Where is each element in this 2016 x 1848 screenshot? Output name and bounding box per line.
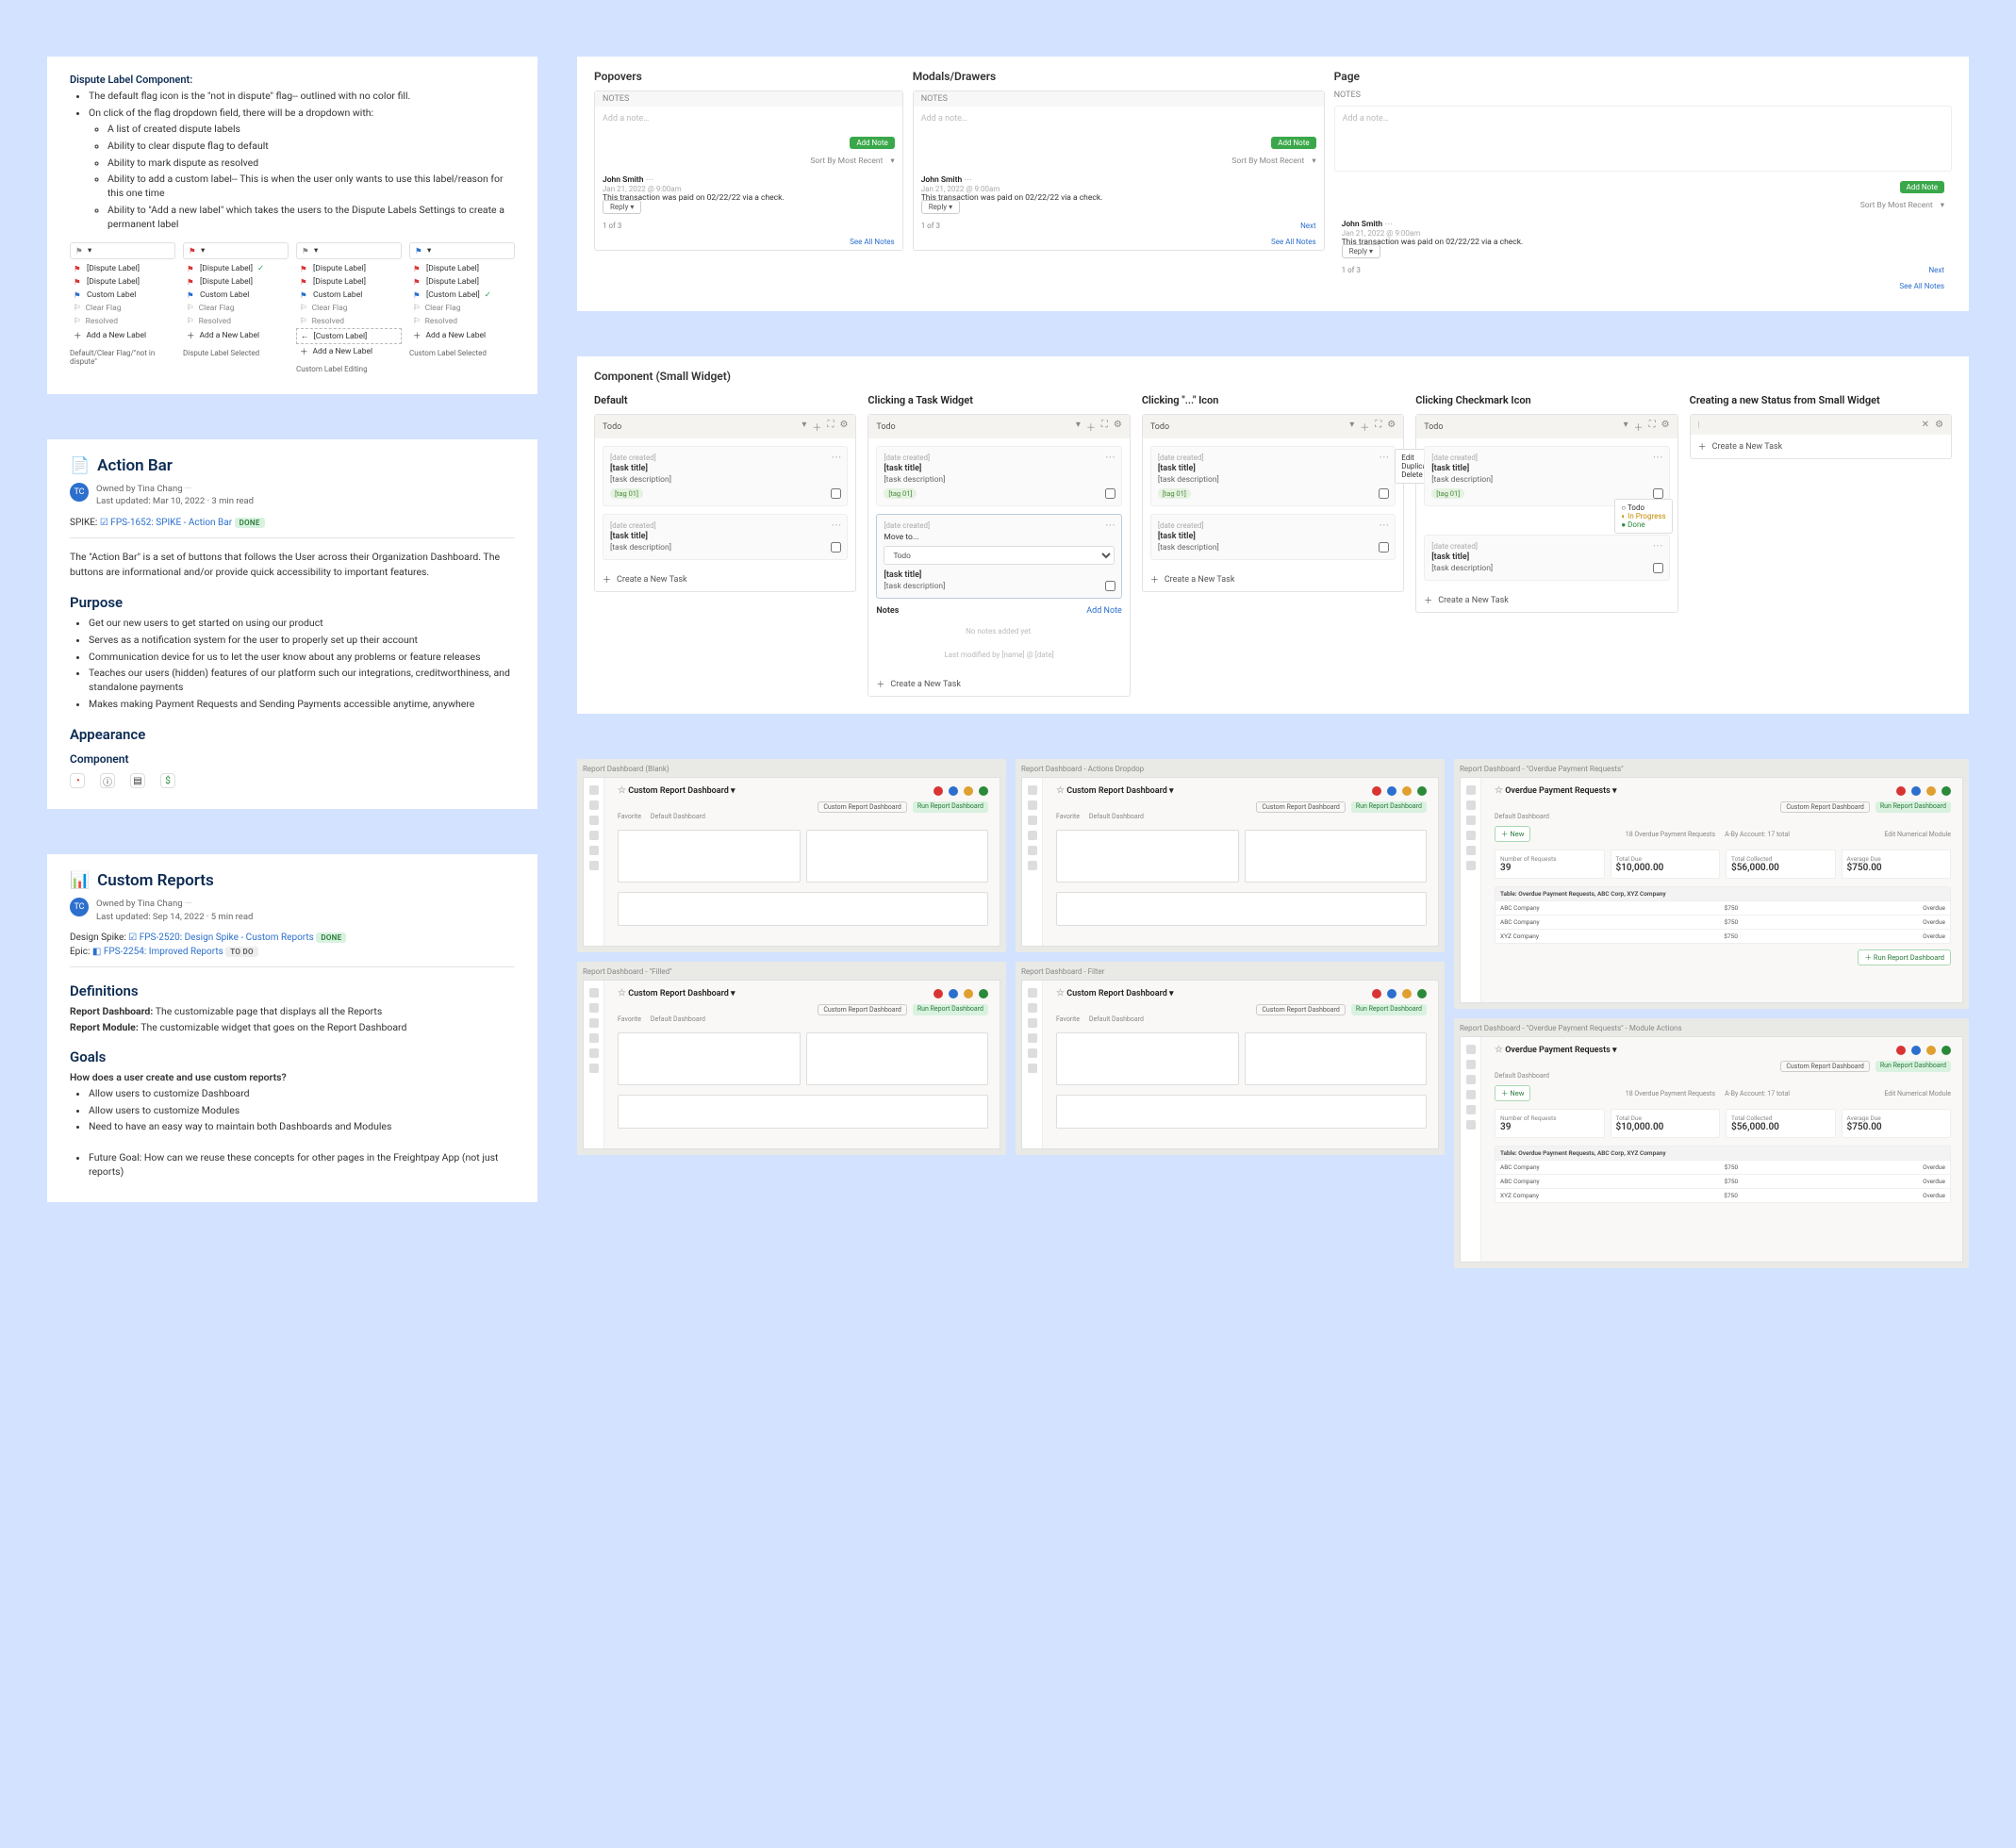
doc-title: 📊 Custom Reports xyxy=(70,871,515,890)
expand-icon[interactable]: ⛶ xyxy=(827,420,834,434)
doc-icon[interactable]: ▤ xyxy=(130,773,145,788)
dollar-icon[interactable]: $ xyxy=(160,773,175,788)
bullet: On click of the flag dropdown field, the… xyxy=(89,107,515,232)
notes-panel: Popovers NOTES Add a note… Add Note Sort… xyxy=(577,57,1969,311)
reply-button[interactable]: Reply ▾ xyxy=(603,200,641,214)
status-menu: ○ Todo ◐ In Progress ● Done xyxy=(1614,499,1672,534)
flag-dropdown[interactable]: ⚑ ▾ xyxy=(70,242,175,259)
notes-input[interactable]: Add a note… xyxy=(1334,106,1952,172)
add-note-button[interactable]: Add Note xyxy=(1271,137,1315,149)
add-note-button[interactable]: Add Note xyxy=(1900,181,1944,193)
move-to-select[interactable]: Todo xyxy=(884,546,1114,565)
flag-icon: ⚑ xyxy=(415,247,423,256)
more-icon[interactable]: ⋯ xyxy=(831,519,841,531)
see-all-link[interactable]: See All Notes xyxy=(850,238,895,246)
create-task-link[interactable]: ＋ Create a New Task xyxy=(1143,568,1403,591)
chart-icon: 📊 xyxy=(70,871,90,890)
dispute-title: Dispute Label Component: xyxy=(70,74,515,86)
notes-input[interactable]: Add a note… xyxy=(595,107,902,133)
chevron-down-icon[interactable]: ▾ xyxy=(801,420,806,434)
status-inprogress[interactable]: ◐ In Progress xyxy=(1621,512,1665,520)
new-button[interactable]: ＋ New xyxy=(1495,826,1530,842)
gear-icon[interactable]: ⚙ xyxy=(1935,420,1943,430)
doc-icon: 📄 xyxy=(70,456,90,475)
see-all-link[interactable]: See All Notes xyxy=(1899,282,1944,290)
report-screenshot: ☆ Custom Report Dashboard ▾ Custom Repor… xyxy=(583,980,1000,1149)
spike-link[interactable]: ☑ FPS-1652: SPIKE - Action Bar xyxy=(100,518,232,528)
flag-dropdown[interactable]: ⚑ ▾ xyxy=(296,242,402,259)
notes-modal: NOTES Add a note… Add Note Sort By Most … xyxy=(913,91,1325,251)
more-icon[interactable]: ⋯ xyxy=(831,451,841,463)
reply-button[interactable]: Reply ▾ xyxy=(921,200,960,214)
notes-popover: NOTES Add a note… Add Note Sort By Most … xyxy=(594,91,903,251)
dispute-panel: Dispute Label Component: The default fla… xyxy=(47,57,537,394)
task-widget: Todo▾＋⛶⚙ ⋯ Edit Duplicate Delete [date c… xyxy=(1142,414,1404,592)
notes-page: NOTES Add a note… Add Note Sort By Most … xyxy=(1334,91,1952,294)
epic-link[interactable]: ◧ FPS-2254: Improved Reports xyxy=(92,947,223,957)
notes-input[interactable]: Add a note… xyxy=(914,107,1324,133)
close-icon[interactable]: ✕ xyxy=(1922,420,1929,430)
action-bar-icons: ◔ ⓘ ▤ $ xyxy=(70,773,515,788)
actionbar-panel: 📄 Action Bar TC Owned by Tina Chang ··· … xyxy=(47,439,537,809)
info-icon[interactable]: ⓘ xyxy=(100,773,115,788)
report-screenshot: ☆ Custom Report Dashboard ▾ Custom Repor… xyxy=(583,777,1000,947)
task-widget: Todo▾＋⛶⚙ ⋯ [date created] [task title] [… xyxy=(868,414,1130,697)
design-spike-link[interactable]: ☑ FPS-2520: Design Spike - Custom Report… xyxy=(128,932,314,943)
add-note-button[interactable]: Add Note xyxy=(850,137,894,149)
task-widget: |✕⚙ ＋ Create a New Task xyxy=(1690,414,1952,459)
report-screenshot: ☆ Overdue Payment Requests ▾ Custom Repo… xyxy=(1460,777,1963,1003)
status-todo[interactable]: ○ Todo xyxy=(1621,503,1665,512)
avatar: TC xyxy=(70,898,89,916)
run-report-button[interactable]: Run Report Dashboard xyxy=(913,801,988,813)
status-badge: DONE xyxy=(235,518,265,528)
reply-button[interactable]: Reply ▾ xyxy=(1342,244,1380,258)
task-widget: Todo▾＋⛶⚙ ⋯ [date created] [task title] [… xyxy=(594,414,856,592)
see-all-link[interactable]: See All Notes xyxy=(1271,238,1316,246)
flag-icon: ⚑ xyxy=(189,247,197,256)
new-button[interactable]: ＋ New xyxy=(1495,1085,1530,1101)
task-widget: Todo▾＋⛶⚙ ⋯ [date created] [task title] [… xyxy=(1415,414,1677,613)
create-task-link[interactable]: ＋ Create a New Task xyxy=(1691,435,1951,458)
flag-dropdown[interactable]: ⚑ ▾ xyxy=(409,242,515,259)
gear-icon[interactable]: ⚙ xyxy=(839,420,848,434)
task-checkbox[interactable] xyxy=(831,488,841,499)
dispute-examples: ⚑ ▾ ⚑[Dispute Label] ⚑[Dispute Label] ⚑C… xyxy=(70,242,515,373)
report-screenshot: ☆ Custom Report Dashboard ▾ Custom Repor… xyxy=(1021,980,1439,1149)
task-checkbox[interactable] xyxy=(831,542,841,553)
flag-dropdown[interactable]: ⚑ ▾ xyxy=(183,242,289,259)
next-link[interactable]: Next xyxy=(1928,266,1944,274)
reports-gallery: Report Dashboard (Blank) ☆ Custom Report… xyxy=(577,759,1969,1268)
progress-icon[interactable]: ◔ xyxy=(70,773,85,788)
bullet: The default flag icon is the "not in dis… xyxy=(89,90,515,104)
status-done[interactable]: ● Done xyxy=(1621,520,1665,529)
create-task-link[interactable]: ＋ Create a New Task xyxy=(1416,588,1677,612)
create-task-link[interactable]: ＋ Create a New Task xyxy=(595,568,855,591)
doc-title: 📄 Action Bar xyxy=(70,456,515,475)
report-screenshot: ☆ Custom Report Dashboard ▾ Custom Repor… xyxy=(1021,777,1439,947)
custom-reports-panel: 📊 Custom Reports TC Owned by Tina Chang … xyxy=(47,854,537,1202)
create-task-link[interactable]: ＋ Create a New Task xyxy=(868,672,1129,696)
add-note-link[interactable]: Add Note xyxy=(1086,606,1122,616)
next-link[interactable]: Next xyxy=(1300,222,1316,230)
plus-icon[interactable]: ＋ xyxy=(812,420,821,434)
flag-icon: ⚑ xyxy=(302,247,310,256)
report-screenshot: ☆ Overdue Payment Requests ▾ Custom Repo… xyxy=(1460,1036,1963,1262)
flag-icon: ⚑ xyxy=(75,247,84,256)
components-panel: Component (Small Widget) Default Todo▾＋⛶… xyxy=(577,356,1969,714)
avatar: TC xyxy=(70,483,89,502)
